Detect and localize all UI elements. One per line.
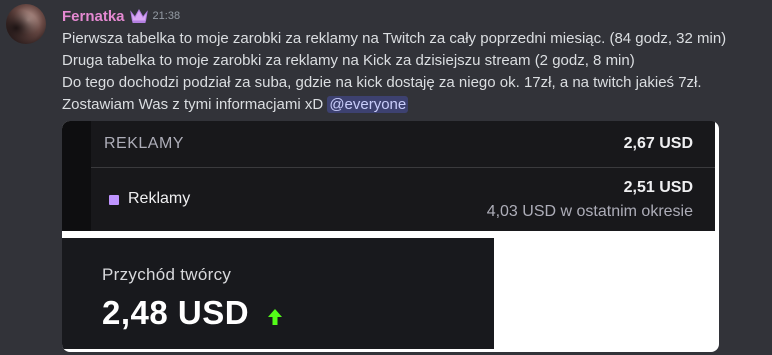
kick-revenue-card: Przychód twórcy 2,48 USD bbox=[62, 238, 494, 349]
legend-swatch bbox=[109, 195, 119, 205]
username[interactable]: Fernatka bbox=[62, 8, 125, 25]
twitch-ads-table-body: REKLAMY 2,67 USD Reklamy 2,51 USD 4,03 U… bbox=[91, 121, 715, 231]
arrow-up-icon bbox=[268, 309, 282, 325]
table-header-value: 2,67 USD bbox=[623, 135, 693, 152]
message-header: Fernatka 21:38 bbox=[62, 6, 180, 26]
message-line: Pierwsza tabelka to moje zarobki za rekl… bbox=[62, 30, 727, 47]
timestamp[interactable]: 21:38 bbox=[153, 10, 181, 22]
table-header-label: REKLAMY bbox=[104, 135, 184, 152]
table-row-value: 2,51 USD bbox=[623, 179, 693, 196]
chat-message: Fernatka 21:38 Pierwsza tabelka to moje … bbox=[0, 0, 772, 355]
table-row-label: Reklamy bbox=[128, 190, 191, 207]
image-attachment[interactable]: REKLAMY 2,67 USD Reklamy 2,51 USD 4,03 U… bbox=[62, 121, 719, 352]
message-line: Druga tabelka to moje zarobki za reklamy… bbox=[62, 52, 635, 69]
message-line: Zostawiam Was z tymi informacjami xD @ev… bbox=[62, 94, 768, 116]
message-line-text: Zostawiam Was z tymi informacjami xD bbox=[62, 96, 328, 113]
crown-icon bbox=[129, 8, 148, 23]
table-header-row: REKLAMY 2,67 USD bbox=[91, 121, 715, 168]
message-content: Pierwsza tabelka to moje zarobki za rekl… bbox=[62, 28, 768, 116]
table-row-previous-value: 4,03 USD w ostatnim okresie bbox=[486, 203, 693, 220]
message-line: Do tego dochodzi podział za suba, gdzie … bbox=[62, 74, 702, 91]
revenue-amount: 2,48 USD bbox=[102, 294, 250, 331]
everyone-mention[interactable]: @everyone bbox=[327, 96, 409, 113]
avatar[interactable] bbox=[6, 4, 46, 44]
revenue-label: Przychód twórcy bbox=[102, 265, 232, 284]
avatar-image bbox=[6, 4, 46, 44]
twitch-ads-table: REKLAMY 2,67 USD Reklamy 2,51 USD 4,03 U… bbox=[62, 121, 715, 231]
